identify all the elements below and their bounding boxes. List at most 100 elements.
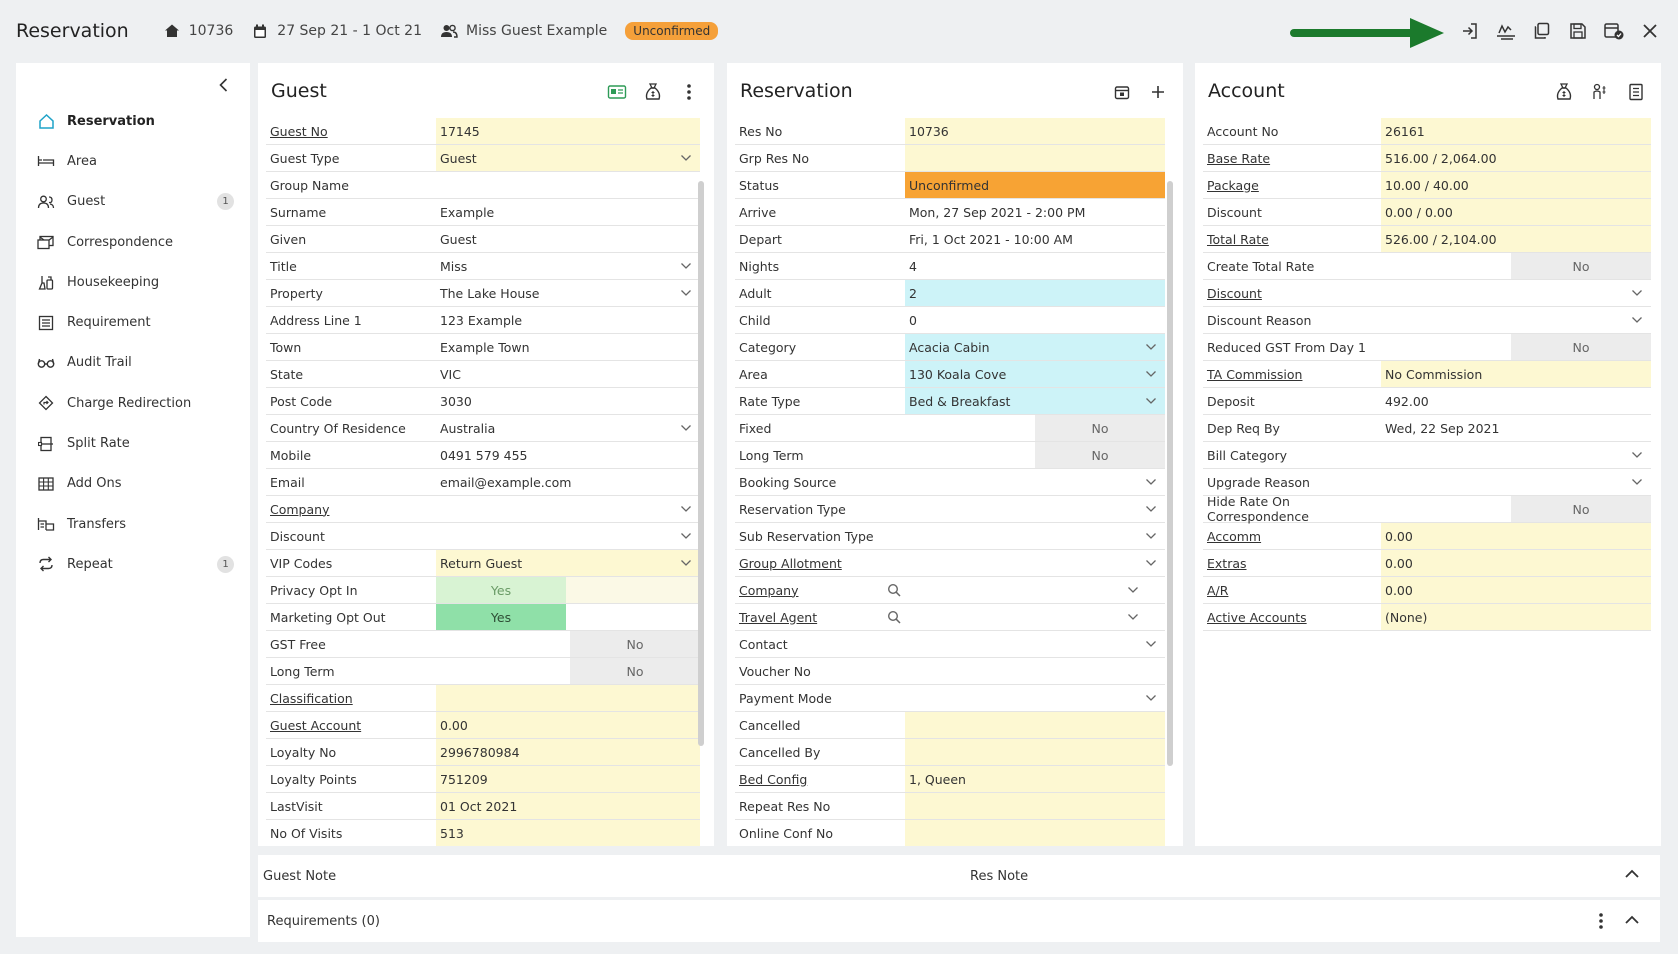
account-invoice-button[interactable]	[1625, 81, 1647, 103]
requirements-more-button[interactable]	[1598, 912, 1604, 934]
save-button[interactable]	[1564, 14, 1592, 48]
sidebar-item-split-rate[interactable]: Split Rate	[16, 423, 250, 463]
field-value-upgrade-reason[interactable]	[1381, 469, 1651, 495]
sidebar-item-reservation[interactable]: Reservation	[16, 101, 250, 141]
field-value-group-allotment[interactable]	[905, 550, 1165, 576]
field-value-voucher-no[interactable]	[905, 658, 1165, 684]
sidebar-item-repeat[interactable]: Repeat 1	[16, 544, 250, 584]
field-value-sub-reservation-type[interactable]	[905, 523, 1165, 549]
field-value-country-of-residence[interactable]: Australia	[436, 415, 700, 441]
guest-card-button[interactable]	[606, 81, 628, 103]
field-value-extras[interactable]: 0.00	[1381, 550, 1651, 576]
field-label[interactable]: A/R	[1203, 577, 1381, 603]
collapse-sidebar-button[interactable]	[214, 75, 234, 95]
requirements-label[interactable]: Requirements (0)	[267, 914, 380, 929]
field-value-privacy-opt-in[interactable]: Yes	[436, 577, 566, 603]
sidebar-item-audit-trail[interactable]: Audit Trail	[16, 343, 250, 383]
field-value-package[interactable]: 10.00 / 40.00	[1381, 172, 1651, 198]
field-value-active-accounts[interactable]: (None)	[1381, 604, 1651, 630]
field-value-category[interactable]: Acacia Cabin	[905, 334, 1165, 360]
field-label[interactable]: Company	[735, 577, 905, 603]
field-label[interactable]: Discount	[1203, 280, 1381, 306]
account-money-button[interactable]	[1553, 81, 1575, 103]
field-value-bill-category[interactable]	[1381, 442, 1651, 468]
field-value-long-term[interactable]: No	[570, 658, 700, 684]
field-label[interactable]: Company	[266, 496, 436, 522]
field-value-grp-res-no[interactable]	[905, 145, 1165, 171]
field-value-town[interactable]: Example Town	[436, 334, 700, 360]
field-label[interactable]: Travel Agent	[735, 604, 905, 630]
field-value-res-no[interactable]: 10736	[905, 118, 1165, 144]
add-reservation-button[interactable]	[1147, 81, 1169, 103]
reservation-scrollbar[interactable]	[1167, 181, 1173, 766]
field-value-loyalty-no[interactable]: 2996780984	[436, 739, 700, 765]
rate-breakdown-button[interactable]	[1492, 14, 1520, 48]
field-value-surname[interactable]: Example	[436, 199, 700, 225]
field-value-base-rate[interactable]: 516.00 / 2,064.00	[1381, 145, 1651, 171]
field-value-given[interactable]: Guest	[436, 226, 700, 252]
field-value-arrive[interactable]: Mon, 27 Sep 2021 - 2:00 PM	[905, 199, 1165, 225]
field-value-create-total-rate[interactable]: No	[1511, 253, 1651, 279]
field-value-discount[interactable]	[1381, 280, 1651, 306]
field-value-loyalty-points[interactable]: 751209	[436, 766, 700, 792]
field-label[interactable]: TA Commission	[1203, 361, 1381, 387]
sidebar-item-requirement[interactable]: Requirement	[16, 302, 250, 342]
field-value-gst-free[interactable]: No	[570, 631, 700, 657]
field-value-account-no[interactable]: 26161	[1381, 118, 1651, 144]
close-button[interactable]	[1636, 14, 1664, 48]
field-value-post-code[interactable]: 3030	[436, 388, 700, 414]
field-value-state[interactable]: VIC	[436, 361, 700, 387]
sidebar-item-housekeeping[interactable]: Housekeeping	[16, 262, 250, 302]
field-label[interactable]: Active Accounts	[1203, 604, 1381, 630]
field-label[interactable]: Group Allotment	[735, 550, 905, 576]
field-label[interactable]: Guest Account	[266, 712, 436, 738]
field-label[interactable]: Accomm	[1203, 523, 1381, 549]
field-value-lastvisit[interactable]: 01 Oct 2021	[436, 793, 700, 819]
field-value-repeat-res-no[interactable]	[905, 793, 1165, 819]
guest-note-label[interactable]: Guest Note	[263, 869, 336, 884]
field-value-travel-agent[interactable]	[887, 604, 1147, 630]
sidebar-item-guest[interactable]: Guest 1	[16, 182, 250, 222]
field-label[interactable]: Bed Config	[735, 766, 905, 792]
field-value-total-rate[interactable]: 526.00 / 2,104.00	[1381, 226, 1651, 252]
field-value-rate-type[interactable]: Bed & Breakfast	[905, 388, 1165, 414]
save-and-close-button[interactable]	[1600, 14, 1628, 48]
field-value-contact[interactable]	[905, 631, 1165, 657]
sidebar-item-correspondence[interactable]: Correspondence	[16, 222, 250, 262]
field-label[interactable]: Guest No	[266, 118, 436, 144]
field-value-booking-source[interactable]	[905, 469, 1165, 495]
field-value-reduced-gst-from-day-1[interactable]: No	[1511, 334, 1651, 360]
field-value-title[interactable]: Miss	[436, 253, 700, 279]
notes-collapse-button[interactable]	[1624, 868, 1640, 884]
field-value-child[interactable]: 0	[905, 307, 1165, 333]
field-value-discount[interactable]: 0.00 / 0.00	[1381, 199, 1651, 225]
field-value-bed-config[interactable]: 1, Queen	[905, 766, 1165, 792]
field-value-company[interactable]	[887, 577, 1147, 603]
sidebar-item-charge-redirection[interactable]: Charge Redirection	[16, 383, 250, 423]
field-value-long-term[interactable]: No	[1035, 442, 1165, 468]
field-value-payment-mode[interactable]	[905, 685, 1165, 711]
sidebar-item-transfers[interactable]: Transfers	[16, 504, 250, 544]
field-value-company[interactable]	[436, 496, 700, 522]
field-value-accomm[interactable]: 0.00	[1381, 523, 1651, 549]
field-value-reservation-type[interactable]	[905, 496, 1165, 522]
field-value-nights[interactable]: 4	[905, 253, 1165, 279]
field-value-group-name[interactable]	[436, 172, 700, 198]
copy-button[interactable]	[1528, 14, 1556, 48]
field-value-cancelled[interactable]	[905, 712, 1165, 738]
field-value-depart[interactable]: Fri, 1 Oct 2021 - 10:00 AM	[905, 226, 1165, 252]
field-value-vip-codes[interactable]: Return Guest	[436, 550, 700, 576]
field-value-no-of-visits[interactable]: 513	[436, 820, 700, 846]
field-value-marketing-opt-out[interactable]: Yes	[436, 604, 566, 630]
field-value-classification[interactable]	[436, 685, 700, 711]
guest-more-button[interactable]	[678, 81, 700, 103]
requirements-collapse-button[interactable]	[1624, 914, 1640, 930]
field-value-discount[interactable]	[436, 523, 700, 549]
sidebar-item-area[interactable]: Area	[16, 141, 250, 181]
field-label[interactable]: Total Rate	[1203, 226, 1381, 252]
field-value-status[interactable]: Unconfirmed	[905, 172, 1165, 198]
field-value-property[interactable]: The Lake House	[436, 280, 700, 306]
field-label[interactable]: Extras	[1203, 550, 1381, 576]
field-value-area[interactable]: 130 Koala Cove	[905, 361, 1165, 387]
field-value-fixed[interactable]: No	[1035, 415, 1165, 441]
